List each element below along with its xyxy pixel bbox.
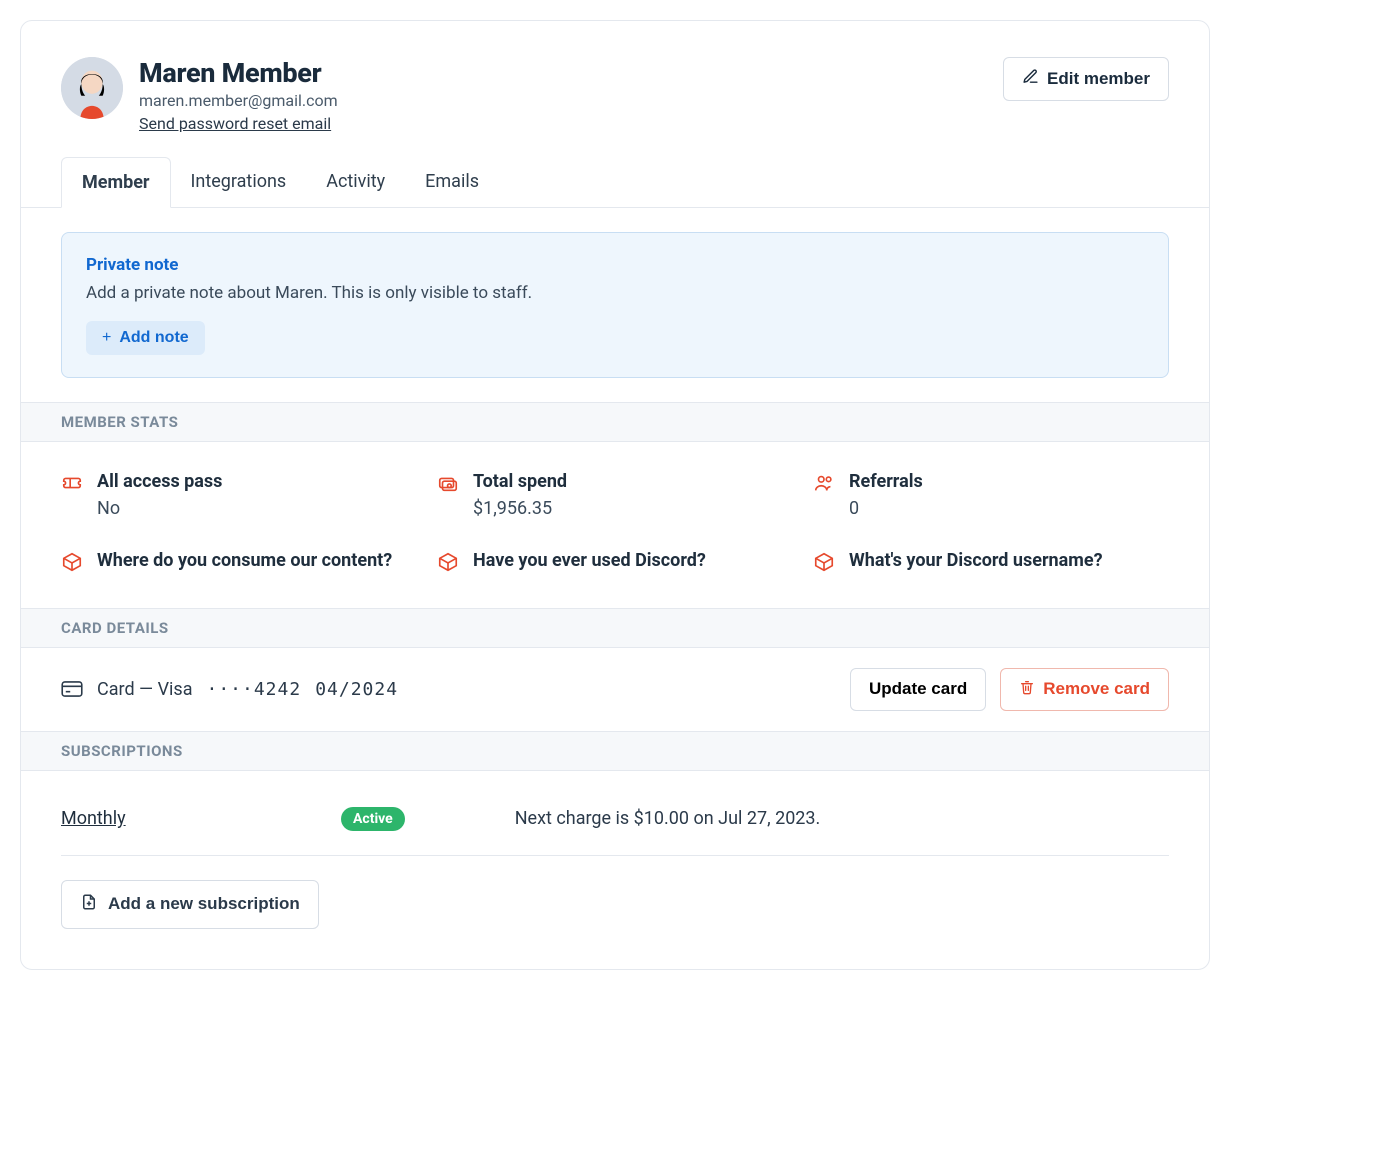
edit-member-button[interactable]: Edit member bbox=[1003, 57, 1169, 101]
add-subscription-button[interactable]: Add a new subscription bbox=[61, 880, 319, 929]
note-description: Add a private note about Maren. This is … bbox=[86, 283, 1144, 303]
profile-info: Maren Member maren.member@gmail.com Send… bbox=[139, 57, 338, 133]
password-reset-link[interactable]: Send password reset email bbox=[139, 114, 331, 133]
stat-label: Referrals bbox=[849, 470, 923, 494]
stat-custom-q1: Where do you consume our content? bbox=[61, 549, 417, 573]
stat-referrals: Referrals 0 bbox=[813, 470, 1169, 519]
cube-icon bbox=[61, 551, 83, 573]
stat-label: Where do you consume our content? bbox=[97, 549, 392, 573]
trash-icon bbox=[1019, 679, 1035, 700]
member-detail-card: Maren Member maren.member@gmail.com Send… bbox=[20, 20, 1210, 970]
divider bbox=[61, 855, 1169, 856]
status-badge: Active bbox=[341, 807, 405, 831]
card-masked: ····4242 bbox=[207, 679, 302, 700]
stats-grid: All access pass No Total spend $1,956.35… bbox=[21, 442, 1209, 608]
private-note-box: Private note Add a private note about Ma… bbox=[61, 232, 1169, 378]
credit-card-icon bbox=[61, 681, 83, 697]
pencil-icon bbox=[1022, 68, 1039, 90]
section-header-subscriptions: SUBSCRIPTIONS bbox=[21, 731, 1209, 771]
section-header-card-details: CARD DETAILS bbox=[21, 608, 1209, 648]
avatar bbox=[61, 57, 123, 119]
subscription-plan-link[interactable]: Monthly bbox=[61, 808, 341, 829]
member-name: Maren Member bbox=[139, 57, 338, 89]
note-title: Private note bbox=[86, 255, 1144, 275]
add-file-icon bbox=[80, 893, 98, 916]
stat-value: No bbox=[97, 498, 222, 519]
card-actions: Update card Remove card bbox=[850, 668, 1169, 711]
next-charge-text: Next charge is $10.00 on Jul 27, 2023. bbox=[515, 808, 821, 829]
header-row: Maren Member maren.member@gmail.com Send… bbox=[21, 21, 1209, 133]
member-email: maren.member@gmail.com bbox=[139, 91, 338, 110]
stat-label: Have you ever used Discord? bbox=[473, 549, 706, 573]
tab-emails[interactable]: Emails bbox=[405, 157, 499, 207]
stat-total-spend: Total spend $1,956.35 bbox=[437, 470, 793, 519]
stat-all-access: All access pass No bbox=[61, 470, 417, 519]
stat-label: What's your Discord username? bbox=[849, 549, 1103, 573]
card-details-row: Card — Visa ····4242 04/2024 Update card… bbox=[21, 648, 1209, 731]
stat-custom-q2: Have you ever used Discord? bbox=[437, 549, 793, 573]
tab-activity[interactable]: Activity bbox=[306, 157, 405, 207]
subscription-row: Monthly Active Next charge is $10.00 on … bbox=[21, 771, 1209, 855]
add-subscription-label: Add a new subscription bbox=[108, 894, 300, 914]
remove-card-button[interactable]: Remove card bbox=[1000, 668, 1169, 711]
card-info: Card — Visa ····4242 04/2024 bbox=[61, 679, 398, 700]
users-icon bbox=[813, 472, 835, 494]
section-header-member-stats: MEMBER STATS bbox=[21, 402, 1209, 442]
cube-icon bbox=[437, 551, 459, 573]
tabs: Member Integrations Activity Emails bbox=[21, 133, 1209, 208]
cube-icon bbox=[813, 551, 835, 573]
update-card-button[interactable]: Update card bbox=[850, 668, 986, 711]
add-note-label: Add note bbox=[119, 329, 188, 347]
card-text-prefix: Card — Visa bbox=[97, 679, 193, 700]
add-note-button[interactable]: + Add note bbox=[86, 321, 205, 355]
stat-label: All access pass bbox=[97, 470, 222, 494]
tab-member[interactable]: Member bbox=[61, 157, 171, 208]
remove-card-label: Remove card bbox=[1043, 679, 1150, 699]
stat-label: Total spend bbox=[473, 470, 567, 494]
edit-member-label: Edit member bbox=[1047, 69, 1150, 89]
card-expiry: 04/2024 bbox=[315, 679, 398, 700]
profile: Maren Member maren.member@gmail.com Send… bbox=[61, 57, 338, 133]
ticket-icon bbox=[61, 472, 83, 494]
stat-value: 0 bbox=[849, 498, 923, 519]
stat-value: $1,956.35 bbox=[473, 498, 567, 519]
plus-icon: + bbox=[102, 329, 111, 347]
update-card-label: Update card bbox=[869, 679, 967, 699]
cash-icon bbox=[437, 472, 459, 494]
tab-integrations[interactable]: Integrations bbox=[171, 157, 307, 207]
add-subscription-area: Add a new subscription bbox=[61, 880, 1169, 929]
stat-custom-q3: What's your Discord username? bbox=[813, 549, 1169, 573]
